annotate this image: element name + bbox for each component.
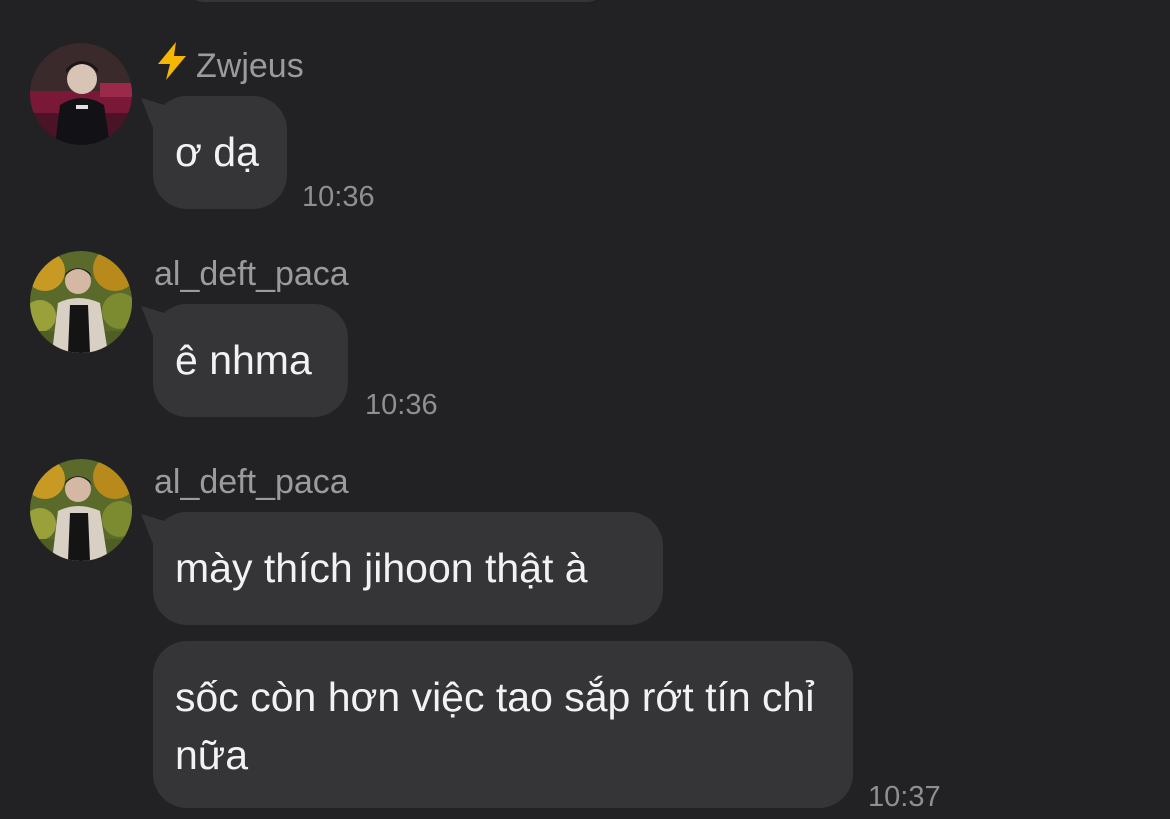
message-timestamp: 10:37 [868,781,941,813]
sender-name[interactable]: al_deft_paca [154,254,349,294]
zwjeus-avatar-image [30,43,132,145]
message-timestamp: 10:36 [365,389,438,421]
message-text: ê nhma [175,337,312,383]
sender-name[interactable]: Zwjeus [154,41,304,90]
message-text: mày thích jihoon thật à [175,545,588,591]
message-text: sốc còn hơn việc tao sắp rớt tín chỉ nữa [175,674,815,778]
message-bubble[interactable]: mày thích jihoon thật à [153,512,663,625]
avatar[interactable] [30,459,132,561]
avatar[interactable] [30,43,132,145]
al-deft-paca-avatar-image [30,459,132,561]
message-bubble[interactable]: ê nhma [153,304,348,417]
sender-name-text: Zwjeus [196,47,304,85]
message-text: ơ dạ [175,129,259,175]
chat-thread: Zwjeus ơ dạ 10:36 al_deft_paca ê nhma 10… [0,0,1170,819]
sender-name[interactable]: al_deft_paca [154,462,349,502]
previous-message-bubble[interactable] [183,0,608,2]
message-timestamp: 10:36 [302,181,375,213]
message-bubble[interactable]: ơ dạ [153,96,287,209]
al-deft-paca-avatar-image [30,251,132,353]
avatar[interactable] [30,251,132,353]
message-bubble[interactable]: sốc còn hơn việc tao sắp rớt tín chỉ nữa [153,641,853,808]
lightning-bolt-icon [154,41,190,90]
